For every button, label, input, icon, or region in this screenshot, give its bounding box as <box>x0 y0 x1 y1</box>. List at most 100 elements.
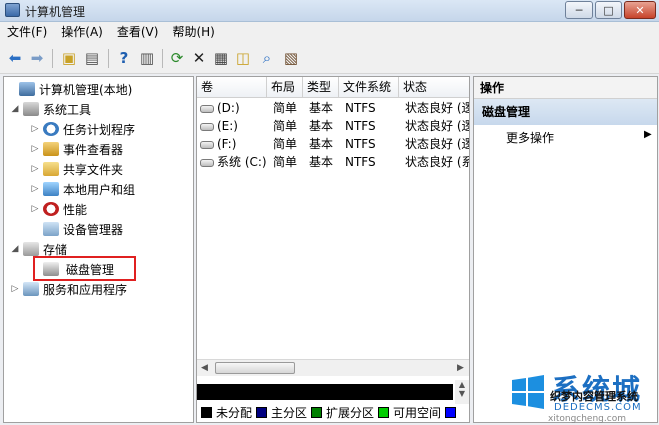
filesystem-cell: NTFS <box>345 137 376 151</box>
storage-icon <box>23 242 39 256</box>
toolbar: ⬅ ➡ ▣ ▤ ? ▥ ⟳ ✕ ▦ ◫ ⌕ ▧ <box>0 42 659 74</box>
scroll-left-icon[interactable]: ◀ <box>201 363 208 373</box>
computer-management-icon <box>5 3 20 17</box>
legend-swatch-logical <box>445 406 457 418</box>
unallocated-bar <box>197 384 453 400</box>
windows-logo-icon <box>512 375 544 409</box>
expand-arrow-icon[interactable]: ▷ <box>30 164 40 174</box>
collapse-arrow-icon[interactable]: ◢ <box>10 104 20 114</box>
collapse-arrow-icon[interactable]: ◢ <box>10 244 20 254</box>
expand-arrow-icon[interactable]: ▷ <box>30 184 40 194</box>
tree-item-task-scheduler[interactable]: ▷ 任务计划程序 <box>30 120 135 138</box>
layout-cell: 简单 <box>273 101 298 115</box>
expand-arrow-icon[interactable]: ▷ <box>30 124 40 134</box>
window-title: 计算机管理 <box>25 5 86 19</box>
column-header-layout[interactable]: 布局 <box>267 77 303 98</box>
legend-label: 主分区 <box>271 405 308 420</box>
watermark: 系统城 织梦内容管理系统 DEDECMS.COM xitongcheng.com <box>508 350 658 424</box>
tree-item-label: 存储 <box>43 242 68 257</box>
expand-arrow-icon[interactable]: ▷ <box>10 284 20 294</box>
tree-item-label: 性能 <box>63 202 88 217</box>
scroll-right-icon[interactable]: ▶ <box>457 363 464 373</box>
table-row[interactable]: (E:) 简单 基本 NTFS 状态良好 (逻 <box>197 117 469 135</box>
device-manager-icon <box>43 222 59 236</box>
vertical-scrollbar[interactable]: ▲ ▼ <box>455 380 469 404</box>
filesystem-cell: NTFS <box>345 119 376 133</box>
toolbar-separator <box>162 49 163 68</box>
clock-icon <box>43 122 59 136</box>
show-hide-tree-icon[interactable]: ▤ <box>83 49 101 67</box>
menu-file[interactable]: 文件(F) <box>0 22 54 42</box>
tree-item-device-manager[interactable]: 设备管理器 <box>30 220 123 238</box>
column-header-type[interactable]: 类型 <box>303 77 339 98</box>
maximize-button[interactable]: □ <box>595 1 622 19</box>
drive-icon <box>200 104 214 113</box>
search-icon[interactable]: ⌕ <box>258 49 276 67</box>
menu-help[interactable]: 帮助(H) <box>165 22 221 42</box>
status-cell: 状态良好 (逻 <box>405 101 469 115</box>
tree-item-system-tools[interactable]: ◢ 系统工具 <box>10 100 91 118</box>
volume-list-pane: 卷 布局 类型 文件系统 状态 (D:) 简单 基本 NTFS 状态良好 (逻 … <box>196 76 470 423</box>
tree-item-shared-folders[interactable]: ▷ 共享文件夹 <box>30 160 123 178</box>
properties-icon[interactable]: ▦ <box>212 49 230 67</box>
table-row[interactable]: (D:) 简单 基本 NTFS 状态良好 (逻 <box>197 99 469 117</box>
more-actions-link[interactable]: 更多操作 <box>506 129 554 146</box>
layout-cell: 简单 <box>273 155 298 169</box>
column-header-volume[interactable]: 卷 <box>197 77 267 98</box>
forward-icon[interactable]: ➡ <box>28 49 46 67</box>
export-icon[interactable]: ▧ <box>282 49 300 67</box>
tree-item-label: 系统工具 <box>43 102 92 117</box>
tree-item-label: 共享文件夹 <box>63 162 124 177</box>
status-cell: 状态良好 (逻 <box>405 137 469 151</box>
table-row[interactable]: 系统 (C:) 简单 基本 NTFS 状态良好 (系 <box>197 153 469 171</box>
back-icon[interactable]: ⬅ <box>6 49 24 67</box>
filesystem-cell: NTFS <box>345 101 376 115</box>
drive-icon <box>200 122 214 131</box>
drive-icon <box>200 140 214 149</box>
show-hide-action-icon[interactable]: ▥ <box>138 49 156 67</box>
column-header-filesystem[interactable]: 文件系统 <box>339 77 399 98</box>
horizontal-scrollbar[interactable]: ◀ ▶ <box>197 359 469 376</box>
legend: 未分配 主分区 扩展分区 可用空间 <box>199 403 460 421</box>
watermark-line3: xitongcheng.com <box>548 414 626 424</box>
users-icon <box>43 182 59 196</box>
tree-item-performance[interactable]: ▷ 性能 <box>30 200 87 218</box>
expand-arrow-icon[interactable]: ▷ <box>30 204 40 214</box>
disk-map-pane: ▲ ▼ 未分配 主分区 扩展分区 可用空间 <box>197 378 469 422</box>
menu-view[interactable]: 查看(V) <box>110 22 166 42</box>
column-header-status[interactable]: 状态 <box>399 77 469 98</box>
filesystem-cell: NTFS <box>345 155 376 169</box>
actions-header: 操作 <box>474 77 657 99</box>
legend-label: 可用空间 <box>393 405 442 420</box>
tree-item-services-apps[interactable]: ▷ 服务和应用程序 <box>10 280 127 298</box>
tree-item-label: 计算机管理(本地) <box>39 82 133 97</box>
navigation-tree: 计算机管理(本地) ◢ 系统工具 ▷ 任务计划程序 ▷ 事件查看器 ▷ 共享文件… <box>3 76 194 423</box>
tree-item-label: 本地用户和组 <box>63 182 136 197</box>
type-cell: 基本 <box>309 137 334 151</box>
up-folder-icon[interactable]: ▣ <box>60 49 78 67</box>
expand-arrow-icon[interactable]: ▷ <box>30 144 40 154</box>
status-cell: 状态良好 (系 <box>405 155 469 169</box>
open-icon[interactable]: ◫ <box>234 49 252 67</box>
layout-cell: 简单 <box>273 137 298 151</box>
volume-cell: (D:) <box>200 99 267 117</box>
toolbar-separator <box>108 49 109 68</box>
help-icon[interactable]: ? <box>115 49 133 67</box>
tree-item-computer-management[interactable]: 计算机管理(本地) <box>6 80 132 98</box>
submenu-arrow-icon[interactable]: ▶ <box>644 129 652 140</box>
delete-icon[interactable]: ✕ <box>190 49 208 67</box>
tree-item-event-viewer[interactable]: ▷ 事件查看器 <box>30 140 123 158</box>
toolbar-separator <box>52 49 53 68</box>
layout-cell: 简单 <box>273 119 298 133</box>
table-row[interactable]: (F:) 简单 基本 NTFS 状态良好 (逻 <box>197 135 469 153</box>
actions-section-disk-management[interactable]: 磁盘管理 <box>474 99 657 125</box>
menu-action[interactable]: 操作(A) <box>54 22 110 42</box>
legend-swatch-unallocated <box>201 406 212 418</box>
minimize-button[interactable]: ─ <box>565 1 593 19</box>
tree-item-local-users[interactable]: ▷ 本地用户和组 <box>30 180 135 198</box>
volume-cell: (E:) <box>200 117 267 135</box>
scrollbar-thumb[interactable] <box>215 362 295 374</box>
volume-cell: (F:) <box>200 135 267 153</box>
refresh-icon[interactable]: ⟳ <box>168 49 186 67</box>
close-button[interactable]: ✕ <box>624 1 656 19</box>
